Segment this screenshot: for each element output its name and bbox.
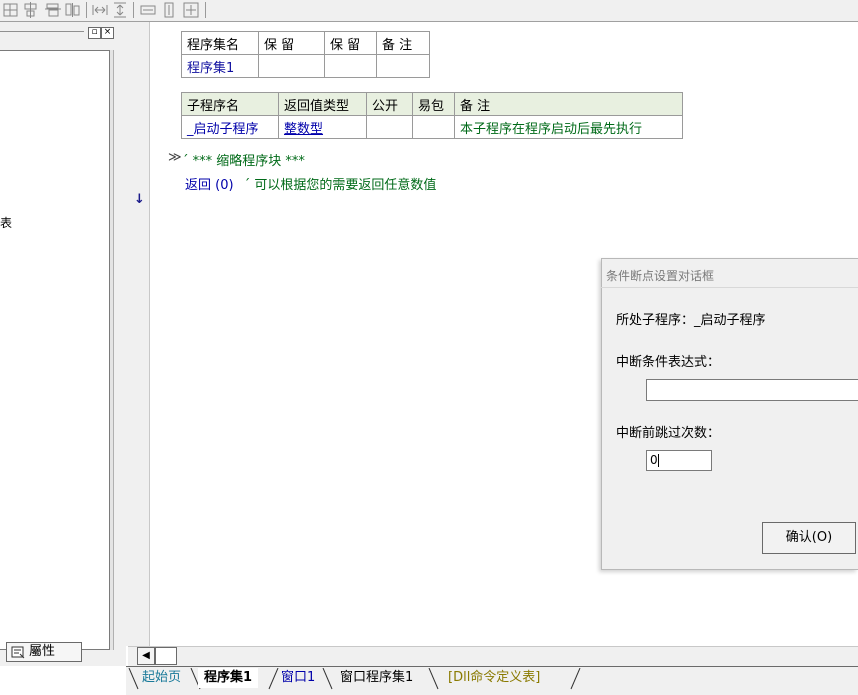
tab-divider (570, 668, 582, 690)
condition-label: 中断条件表达式： (616, 355, 721, 370)
horizontal-scrollbar[interactable] (128, 646, 858, 666)
subprogram-header-cell: 公开 (366, 92, 413, 116)
subprogram-table: 子程序名 返回值类型 公开 易包 备 注 _启动子程序 整数型 本子程序在程序启… (181, 92, 683, 139)
toolbar-separator (133, 2, 134, 18)
space-vertical-icon[interactable] (111, 1, 129, 19)
toolbar-separator (86, 2, 87, 18)
remark-cell[interactable]: 本子程序在程序启动后最先执行 (454, 115, 683, 139)
subprogram-label: 所处子程序： (616, 313, 695, 328)
same-size-icon[interactable] (182, 1, 200, 19)
toolbar-separator (205, 2, 206, 18)
tab-divider (428, 668, 440, 690)
panel-splitter[interactable] (110, 50, 114, 650)
panel-minimize-button[interactable]: ▫ (88, 27, 101, 39)
assembly-header-row: 程序集名 保 留 保 留 备 注 (181, 31, 430, 55)
scroll-left-button[interactable]: ◀ (137, 647, 155, 665)
assembly-cell[interactable] (258, 54, 325, 78)
same-width-icon[interactable] (139, 1, 157, 19)
tab-dll-commands[interactable]: [Dll命令定义表] (442, 668, 546, 688)
align-right-icon[interactable] (44, 1, 62, 19)
assembly-header-cell: 保 留 (258, 31, 325, 55)
return-statement-line[interactable]: 返回 (0) ´ 可以根据您的需要返回任意数值 (185, 174, 436, 193)
subprogram-header-cell: 备 注 (454, 92, 683, 116)
assembly-header-cell: 备 注 (376, 31, 430, 55)
subprogram-row[interactable]: _启动子程序 整数型 本子程序在程序启动后最先执行 (181, 115, 683, 139)
skip-count-label: 中断前跳过次数： (616, 426, 721, 441)
panel-close-button[interactable]: × (101, 27, 114, 39)
tab-start-page[interactable]: 起始页 (136, 668, 187, 688)
panel-title-rule (0, 31, 84, 32)
assembly-table: 程序集名 保 留 保 留 备 注 程序集1 (181, 31, 430, 78)
collapsed-block-line[interactable]: ´ *** 缩略程序块 *** (182, 150, 305, 169)
fold-marker-icon[interactable]: ≫ (168, 150, 182, 165)
assembly-name-cell[interactable]: 程序集1 (181, 54, 259, 78)
skip-count-value: 0 (650, 453, 658, 467)
editor-gutter[interactable] (126, 22, 150, 646)
tree-item-label[interactable]: 表 (0, 214, 12, 231)
tab-window1[interactable]: 窗口1 (275, 668, 321, 688)
subprogram-header-cell: 易包 (412, 92, 455, 116)
subprogram-name-cell[interactable]: _启动子程序 (181, 115, 279, 139)
tab-window-assembly1[interactable]: 窗口程序集1 (334, 668, 419, 688)
properties-tab[interactable]: 屬性 (6, 642, 82, 662)
tab-assembly1[interactable]: 程序集1 (198, 668, 259, 688)
return-keyword: 返回 (0) (185, 178, 234, 193)
subprogram-header-row: 子程序名 返回值类型 公开 易包 备 注 (181, 92, 683, 116)
return-comment: ´ 可以根据您的需要返回任意数值 (243, 178, 437, 193)
text-caret (657, 454, 659, 467)
subprogram-value: _启动子程序 (694, 313, 766, 328)
assembly-cell[interactable] (324, 54, 377, 78)
subprogram-header-cell: 返回值类型 (278, 92, 367, 116)
assembly-header-cell: 保 留 (324, 31, 377, 55)
properties-tab-label: 屬性 (29, 644, 56, 659)
assembly-row[interactable]: 程序集1 (181, 54, 430, 78)
return-type-cell[interactable]: 整数型 (278, 115, 367, 139)
project-tree[interactable] (0, 50, 110, 650)
dialog-title: 条件断点设置对话框 (606, 269, 715, 283)
current-line-arrow-icon: ↓ (134, 192, 145, 207)
scroll-thumb[interactable] (155, 647, 177, 665)
confirm-button[interactable]: 确认(O) (762, 522, 856, 554)
space-horizontal-icon[interactable] (91, 1, 109, 19)
easy-pack-cell[interactable] (412, 115, 455, 139)
dialog-title-divider (601, 287, 858, 288)
properties-icon (11, 645, 25, 659)
public-cell[interactable] (366, 115, 413, 139)
same-height-icon[interactable] (160, 1, 178, 19)
assembly-header-cell: 程序集名 (181, 31, 259, 55)
align-center-icon[interactable] (22, 1, 40, 19)
align-justify-icon[interactable] (64, 1, 82, 19)
align-left-icon[interactable] (2, 1, 20, 19)
condition-expression-input[interactable] (646, 379, 858, 401)
subprogram-info: 所处子程序：_启动子程序 (616, 309, 766, 328)
assembly-cell[interactable] (376, 54, 430, 78)
tab-divider (322, 668, 334, 690)
subprogram-header-cell: 子程序名 (181, 92, 279, 116)
skip-count-input[interactable]: 0 (646, 450, 712, 471)
alignment-toolbar (0, 0, 858, 22)
